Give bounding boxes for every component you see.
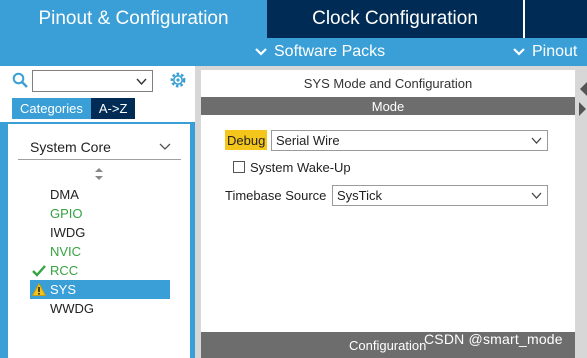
search-area: Categories A->Z	[0, 66, 195, 122]
list-item-label: NVIC	[50, 244, 82, 259]
list-item-sys[interactable]: SYS	[30, 280, 170, 299]
chevron-down-icon	[255, 48, 267, 56]
warning-icon	[32, 283, 46, 296]
list-item-label: RCC	[50, 263, 79, 278]
list-item-label: SYS	[50, 282, 77, 297]
tab-clock-configuration[interactable]: Clock Configuration	[267, 0, 525, 38]
panel-arrow-icon[interactable]	[579, 80, 587, 120]
chevron-down-icon	[159, 143, 171, 150]
list-item-label: IWDG	[50, 225, 86, 240]
tab-overflow[interactable]	[527, 0, 587, 38]
tab-a-to-z[interactable]: A->Z	[90, 98, 136, 119]
chevron-down-icon	[513, 48, 525, 56]
list-item-gpio[interactable]: GPIO	[30, 204, 170, 223]
tab-pinout-configuration[interactable]: Pinout & Configuration	[0, 0, 267, 38]
list-item-iwdg[interactable]: IWDG	[30, 223, 170, 242]
debug-select-value: Serial Wire	[276, 133, 340, 148]
search-icon[interactable]	[12, 72, 29, 89]
gear-icon[interactable]	[168, 70, 188, 90]
panel-title: SYS Mode and Configuration	[303, 75, 473, 91]
checkmark-icon	[32, 265, 46, 277]
tab-categories[interactable]: Categories	[12, 98, 91, 119]
left-panel: Categories A->Z System Core DMA GPIO IWD…	[0, 66, 195, 358]
category-select[interactable]: System Core	[18, 134, 181, 160]
debug-select[interactable]: Serial Wire	[271, 130, 548, 151]
list-item-label: GPIO	[50, 206, 83, 221]
timebase-label: Timebase Source	[225, 187, 327, 203]
search-input[interactable]	[32, 70, 153, 92]
sub-toolbar: Software Packs Pinout	[0, 38, 587, 66]
pinout-menu[interactable]: Pinout	[512, 38, 577, 66]
watermark: CSDN @smart_mode	[424, 331, 563, 347]
list-item-nvic[interactable]: NVIC	[30, 242, 170, 261]
peripheral-list: System Core DMA GPIO IWDG NVIC RCC SYS W…	[8, 124, 190, 358]
timebase-select[interactable]: SysTick	[332, 185, 548, 206]
timebase-select-value: SysTick	[337, 188, 383, 203]
top-tab-bar: Pinout & Configuration Clock Configurati…	[0, 0, 587, 38]
pinout-menu-label: Pinout	[532, 43, 578, 60]
debug-label: Debug	[225, 130, 268, 150]
category-select-value: System Core	[30, 138, 111, 155]
list-item-wwdg[interactable]: WWDG	[30, 299, 170, 318]
system-wakeup-label: System Wake-Up	[250, 159, 351, 175]
system-wakeup-checkbox[interactable]: System Wake-Up	[233, 157, 351, 177]
chevron-down-icon[interactable]	[136, 76, 147, 87]
chevron-down-icon	[531, 137, 542, 144]
checkbox[interactable]	[233, 161, 245, 173]
software-packs-label: Software Packs	[274, 43, 386, 60]
mode-header: Mode	[201, 97, 575, 115]
sort-icon[interactable]	[94, 168, 104, 180]
chevron-down-icon	[531, 192, 542, 199]
sys-config-frame: SYS Mode and Configuration Mode Debug Se…	[201, 70, 575, 358]
software-packs-menu[interactable]: Software Packs	[254, 38, 385, 66]
list-item-label: WWDG	[50, 301, 95, 316]
list-item-dma[interactable]: DMA	[30, 185, 170, 204]
list-item-rcc[interactable]: RCC	[30, 261, 170, 280]
configuration-label: Configuration	[349, 338, 427, 353]
category-tabs: Categories A->Z	[12, 98, 136, 119]
right-panel: SYS Mode and Configuration Mode Debug Se…	[195, 66, 587, 358]
list-item-label: DMA	[50, 187, 79, 202]
